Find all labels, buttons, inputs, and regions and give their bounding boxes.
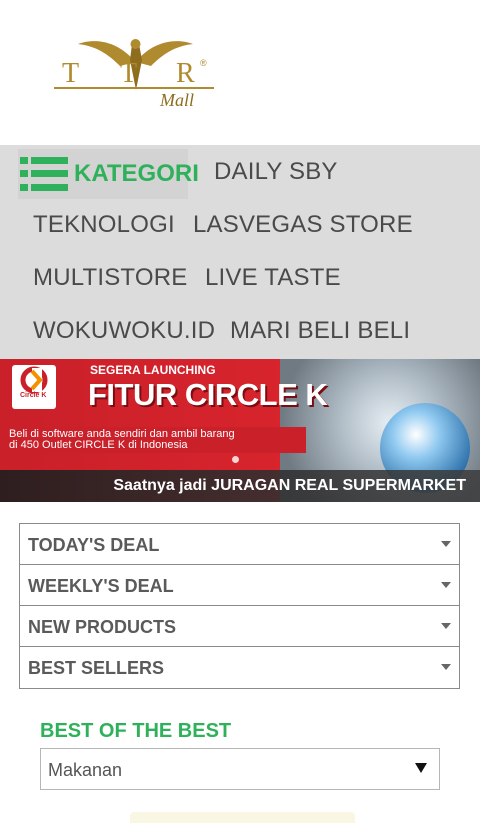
nav-item-daily-sby[interactable]: DAILY SBY xyxy=(214,158,338,186)
category-select-value: Makanan xyxy=(48,760,123,780)
deals-list: TODAY'S DEAL WEEKLY'S DEAL NEW PRODUCTS … xyxy=(19,523,460,689)
logo-letter-t2: T xyxy=(120,58,137,89)
deal-label: WEEKLY'S DEAL xyxy=(28,576,174,596)
circle-k-label: Circle K xyxy=(20,392,47,399)
best-of-the-best-title: BEST OF THE BEST xyxy=(40,720,232,742)
category-nav: KATEGORI DAILY SBY TEKNOLOGI LASVEGAS ST… xyxy=(0,145,480,359)
kategori-toggle[interactable]: KATEGORI xyxy=(18,149,199,199)
banner-description: Beli di software anda sendiri dan ambil … xyxy=(6,427,306,453)
logo-tagline: Mall xyxy=(159,90,194,110)
circle-k-icon xyxy=(20,366,48,394)
circle-k-logo xyxy=(12,365,56,409)
banner-headline: FITUR CIRCLE K xyxy=(88,377,328,412)
slide-indicator[interactable] xyxy=(232,456,239,463)
deal-row-new-products[interactable]: NEW PRODUCTS xyxy=(20,606,459,647)
deal-row-todays-deal[interactable]: TODAY'S DEAL xyxy=(20,524,459,565)
slide-dot[interactable] xyxy=(232,456,239,463)
banner-description-line2: di 450 Outlet CIRCLE K di Indonesia xyxy=(9,439,188,451)
banner-launch-text: SEGERA LAUNCHING xyxy=(90,363,216,377)
caret-down-icon xyxy=(441,541,451,547)
logo-letter-r: R xyxy=(176,58,195,89)
nav-item-teknologi[interactable]: TEKNOLOGI xyxy=(33,211,175,239)
deal-label: BEST SELLERS xyxy=(28,658,165,678)
dropdown-arrow-icon xyxy=(415,763,427,773)
category-select[interactable]: Makanan xyxy=(40,748,440,790)
nav-item-multistore[interactable]: MULTISTORE xyxy=(33,264,187,292)
caret-down-icon xyxy=(441,623,451,629)
deal-row-weeklys-deal[interactable]: WEEKLY'S DEAL xyxy=(20,565,459,606)
nav-item-mari-beli-beli[interactable]: MARI BELI BELI xyxy=(230,317,410,345)
nav-item-lasvegas-store[interactable]: LASVEGAS STORE xyxy=(193,211,413,239)
deal-row-best-sellers[interactable]: BEST SELLERS xyxy=(20,647,459,688)
nav-item-wokuwoku[interactable]: WOKUWOKU.ID xyxy=(33,317,215,345)
nav-item-live-taste[interactable]: LIVE TASTE xyxy=(205,264,341,292)
menu-list-icon xyxy=(20,157,68,191)
banner-footer-text: Saatnya jadi JURAGAN REAL SUPERMARKET xyxy=(113,477,466,494)
header: T T R ® Mall xyxy=(0,0,480,145)
promo-banner[interactable]: Circle K SEGERA LAUNCHING FITUR CIRCLE K… xyxy=(0,359,480,502)
deal-label: NEW PRODUCTS xyxy=(28,617,176,637)
caret-down-icon xyxy=(441,664,451,670)
logo-letter-t1: T xyxy=(62,58,79,89)
deal-label: TODAY'S DEAL xyxy=(28,535,160,555)
banner-footer: Saatnya jadi JURAGAN REAL SUPERMARKET xyxy=(0,470,480,502)
product-image-peek xyxy=(130,812,355,823)
caret-down-icon xyxy=(441,582,451,588)
kategori-label: KATEGORI xyxy=(74,160,199,187)
ttr-mall-logo[interactable]: T T R ® Mall xyxy=(48,30,223,115)
svg-text:®: ® xyxy=(200,58,207,68)
